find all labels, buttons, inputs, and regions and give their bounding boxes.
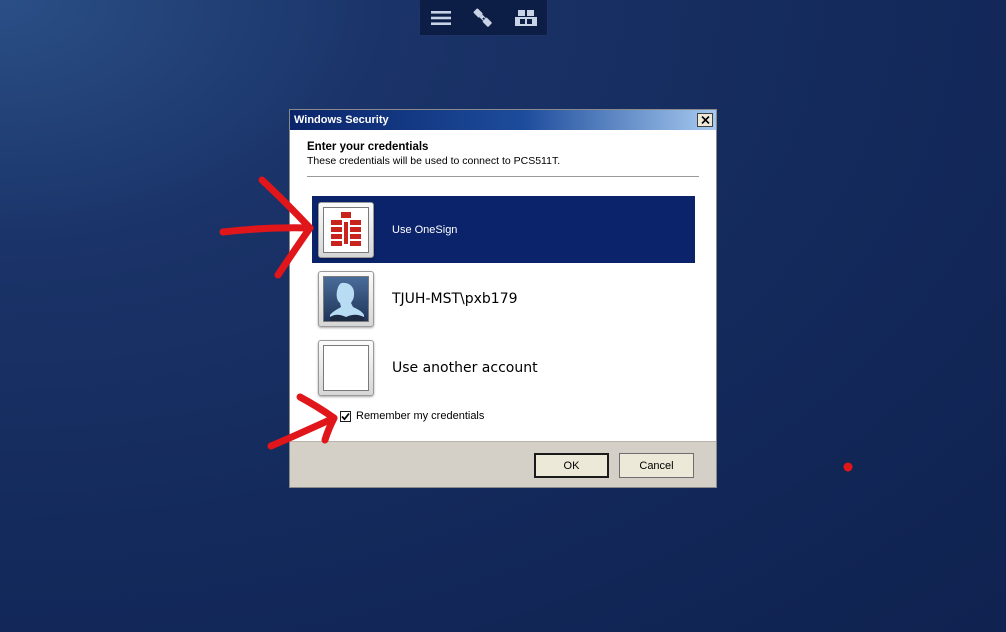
dialog-title: Windows Security xyxy=(294,114,389,126)
dialog-header: Enter your credentials These credentials… xyxy=(290,130,716,167)
display-icon[interactable] xyxy=(511,4,541,32)
user-tile xyxy=(318,270,374,327)
onesign-tile xyxy=(318,201,374,258)
close-icon xyxy=(700,116,710,124)
option-label: TJUH-MST\pxb179 xyxy=(392,290,518,307)
header-title: Enter your credentials xyxy=(307,141,429,153)
remote-toolbar xyxy=(419,0,548,36)
annotation-dot xyxy=(843,462,853,472)
header-divider xyxy=(307,176,699,177)
option-another-account[interactable]: Use another account xyxy=(312,334,695,401)
remember-label: Remember my credentials xyxy=(356,410,485,422)
option-use-onesign[interactable]: Use OneSign xyxy=(312,196,695,263)
blank-account-icon xyxy=(323,344,369,391)
user-profile-icon xyxy=(323,275,369,322)
checkmark-icon xyxy=(341,412,350,421)
blank-account-tile xyxy=(318,339,374,396)
remember-checkbox[interactable] xyxy=(340,410,351,422)
option-label: Use another account xyxy=(392,359,538,376)
dialog-footer: OK Cancel xyxy=(290,441,716,487)
close-button[interactable] xyxy=(697,113,713,127)
windows-security-dialog: Windows Security Enter your credentials … xyxy=(289,109,717,488)
cancel-button[interactable]: Cancel xyxy=(619,453,694,478)
remember-credentials: Remember my credentials xyxy=(340,410,484,422)
option-label: Use OneSign xyxy=(392,223,458,236)
onesign-icon xyxy=(323,206,369,253)
title-bar[interactable]: Windows Security xyxy=(290,110,716,130)
connection-icon[interactable] xyxy=(468,4,498,32)
ok-button[interactable]: OK xyxy=(534,453,609,478)
menu-icon[interactable] xyxy=(426,4,456,32)
option-user-account[interactable]: TJUH-MST\pxb179 xyxy=(312,265,695,332)
header-subtitle: These credentials will be used to connec… xyxy=(307,155,561,167)
